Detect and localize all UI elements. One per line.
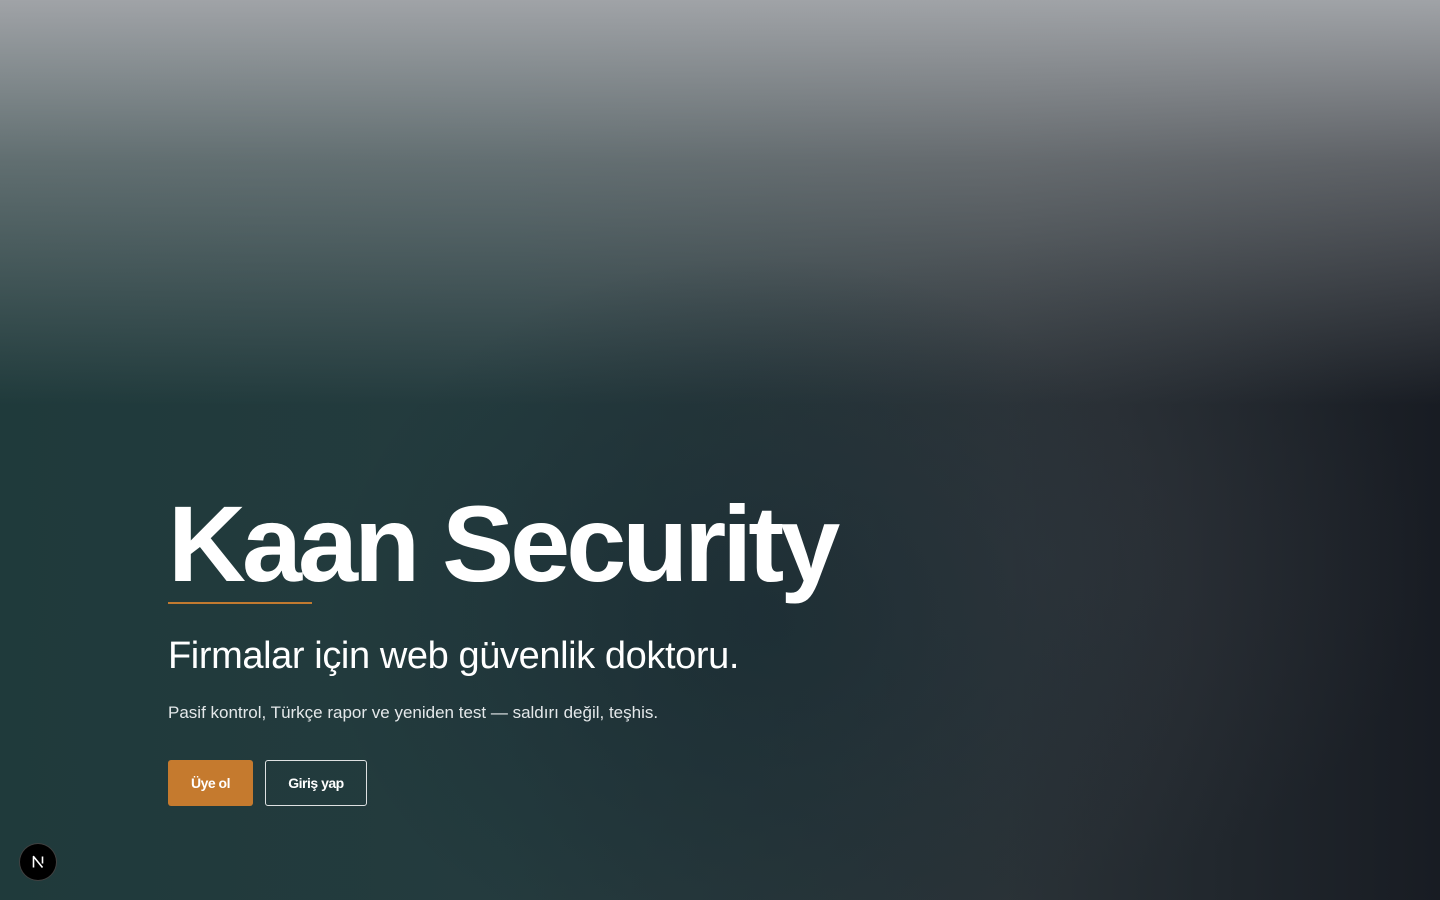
nextjs-devtools-button[interactable] [19, 843, 57, 881]
hero-tagline: Firmalar için web güvenlik doktoru. [168, 635, 740, 677]
brand-title: Kaan Security [168, 483, 840, 604]
login-button[interactable]: Giriş yap [265, 760, 367, 806]
nextjs-logo-icon [32, 855, 44, 869]
signup-button[interactable]: Üye ol [168, 760, 253, 806]
hero-actions: Üye ol Giriş yap [168, 760, 1068, 806]
hero-subline: Pasif kontrol, Türkçe rapor ve yeniden t… [168, 703, 659, 722]
hero-section: Kaan Security Firmalar için web güvenlik… [168, 488, 1068, 806]
